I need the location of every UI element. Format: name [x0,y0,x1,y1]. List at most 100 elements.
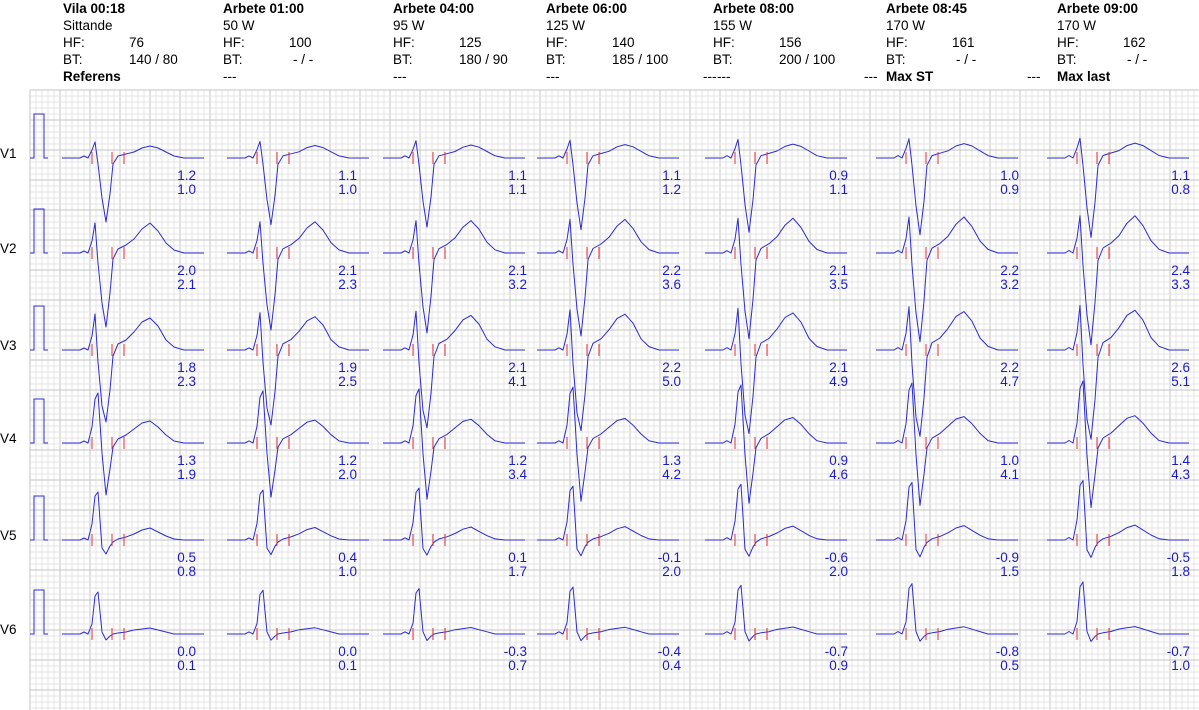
st-value-slope: 0.5 [1000,658,1019,673]
bt-label: BT: [713,52,733,67]
bt-label: BT: [223,52,243,67]
st-value-level: 2.1 [338,263,357,278]
stage-subtitle: 95 W [393,18,425,33]
ecg-chart: 1.21.01.11.01.11.11.11.20.91.11.00.91.10… [0,89,1199,710]
st-value-slope: 4.7 [1000,374,1019,389]
ecg-beat-trace [62,491,204,555]
stage-title: Arbete 08:45 [886,1,968,16]
st-value-level: 2.2 [1000,360,1019,375]
st-value-level: 2.2 [1000,263,1019,278]
stage-column: Arbete 01:00 50 W HF: 100 BT: - / - --- [223,0,393,85]
hf-value: 125 [459,35,482,50]
st-value-level: 1.4 [1171,453,1190,468]
st-value-slope: 1.9 [177,467,196,482]
stage-subtitle: 170 W [886,18,926,33]
st-value-slope: 1.0 [338,564,357,579]
st-value-slope: 1.1 [829,182,848,197]
stage-title: Arbete 09:00 [1057,1,1139,16]
st-value-level: 0.9 [829,168,848,183]
bt-label: BT: [886,52,906,67]
stage-footer-dash: --- [717,69,731,84]
lead-label: V1 [0,146,17,161]
st-value-level: 2.2 [662,360,681,375]
st-value-level: 1.0 [1000,453,1019,468]
stage-title: Arbete 04:00 [393,1,475,16]
st-value-slope: 0.1 [177,658,196,673]
st-value-slope: 3.6 [662,277,681,292]
st-value-slope: 3.4 [508,467,527,482]
hf-value: 161 [952,35,975,50]
lead-label: V6 [0,622,17,637]
stage-subtitle: 125 W [546,18,586,33]
st-value-level: 1.3 [662,453,681,468]
stage-subtitle: 50 W [223,18,255,33]
lead-label: V4 [0,431,17,446]
st-value-level: 1.2 [338,453,357,468]
ecg-beat-trace [876,216,1018,343]
st-value-slope: 1.0 [1171,658,1190,673]
st-value-level: 1.9 [338,360,357,375]
st-value-slope: 1.7 [508,564,527,579]
st-value-slope: 1.0 [177,182,196,197]
st-value-slope: 1.1 [508,182,527,197]
st-value-level: -0.9 [996,550,1019,565]
st-value-slope: 2.3 [177,374,196,389]
st-value-slope: 2.5 [338,374,357,389]
lead-label: V2 [0,241,17,256]
stage-title: Arbete 01:00 [223,1,305,16]
st-value-slope: 2.0 [829,564,848,579]
bt-value: - / - [956,52,977,67]
calibration-pulse [30,113,48,159]
lead-names: V1 V2 V3 V4 V5 V6 [0,146,17,637]
stage-title: Vila 00:18 [63,1,126,16]
st-value-slope: 1.5 [1000,564,1019,579]
st-value-level: 0.9 [829,453,848,468]
st-value-level: 2.4 [1171,263,1190,278]
st-value-level: 0.5 [177,550,196,565]
bt-value: 180 / 90 [459,52,508,67]
stage-footer: Referens [63,69,121,84]
st-value-slope: 3.2 [1000,277,1019,292]
st-value-slope: 5.0 [662,374,681,389]
st-value-slope: 3.2 [508,277,527,292]
st-value-slope: 0.8 [177,564,196,579]
hf-value: 76 [129,35,145,50]
st-value-slope: 0.9 [829,658,848,673]
calibration-pulse [30,398,48,444]
hf-label: HF: [713,35,735,50]
stage-lead-dash: --- [1027,69,1041,84]
hf-label: HF: [63,35,85,50]
st-value-level: 2.6 [1171,360,1190,375]
st-value-level: 2.1 [829,360,848,375]
hf-value: 100 [289,35,312,50]
stage-header: Vila 00:18 Sittande HF: 76 BT: 140 / 80 Re… [0,0,1199,90]
st-value-slope: 1.0 [338,182,357,197]
st-value-slope: 4.1 [1000,467,1019,482]
hf-label: HF: [393,35,415,50]
calibration-pulse [30,495,48,541]
st-value-level: 1.1 [338,168,357,183]
st-value-level: 0.0 [177,644,196,659]
stage-column: Vila 00:18 Sittande HF: 76 BT: 140 / 80 Re… [63,0,233,85]
st-value-level: 2.1 [508,263,527,278]
st-value-slope: 1.8 [1171,564,1190,579]
st-value-level: 0.0 [338,644,357,659]
st-value-level: -0.8 [996,644,1019,659]
st-value-slope: 0.1 [338,658,357,673]
stage-footer: Max ST [886,69,934,84]
stage-title: Arbete 06:00 [546,1,628,16]
st-value-level: -0.1 [658,550,681,565]
stage-footer-dash: --- [223,69,237,84]
st-value-level: -0.5 [1167,550,1190,565]
hf-value: 156 [779,35,802,50]
stage-subtitle: 155 W [713,18,753,33]
bt-label: BT: [63,52,83,67]
st-value-slope: 2.1 [177,277,196,292]
st-value-level: 1.8 [177,360,196,375]
st-value-slope: 4.6 [829,467,848,482]
st-value-level: 2.0 [177,263,196,278]
stage-footer-dash: --- [546,69,560,84]
st-value-slope: 4.1 [508,374,527,389]
st-value-level: 2.2 [662,263,681,278]
hf-label: HF: [223,35,245,50]
